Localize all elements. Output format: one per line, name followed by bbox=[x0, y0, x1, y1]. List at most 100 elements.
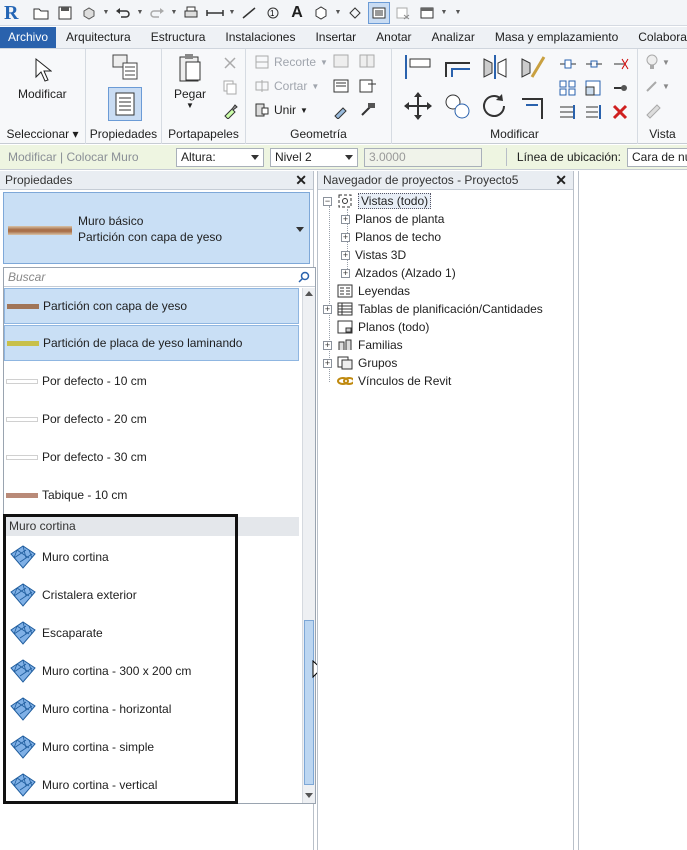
override-graphics-icon[interactable]: ▼ bbox=[644, 77, 674, 98]
trim-single-icon[interactable] bbox=[558, 103, 578, 124]
tab-estructura[interactable]: Estructura bbox=[141, 27, 216, 48]
close-icon[interactable]: ✕ bbox=[295, 171, 307, 189]
linework-icon[interactable] bbox=[644, 101, 664, 122]
modify-button[interactable]: Modificar bbox=[18, 57, 67, 101]
search-input[interactable]: Buscar bbox=[4, 268, 315, 287]
redo-dropdown-icon[interactable]: ▼ bbox=[170, 9, 178, 16]
3d-view-icon[interactable] bbox=[310, 2, 332, 24]
open-icon[interactable] bbox=[30, 2, 52, 24]
split-icon[interactable] bbox=[558, 55, 578, 76]
array-icon[interactable] bbox=[558, 79, 578, 100]
properties-icon[interactable] bbox=[108, 87, 142, 121]
switch-windows-dropdown-icon[interactable]: ▼ bbox=[440, 9, 448, 16]
measure-icon[interactable] bbox=[204, 2, 226, 24]
scroll-up-icon[interactable] bbox=[305, 291, 313, 296]
mirror-draw-icon[interactable] bbox=[518, 53, 548, 84]
tree-node-revit-links[interactable]: Vínculos de Revit bbox=[337, 372, 451, 390]
customize-icon[interactable]: ▼ bbox=[454, 9, 462, 16]
panel-title-select[interactable]: Seleccionar ▾ bbox=[0, 127, 85, 141]
list-item[interactable]: Por defecto - 30 cm bbox=[4, 439, 299, 475]
tab-arquitectura[interactable]: Arquitectura bbox=[56, 27, 141, 48]
close-icon[interactable]: ✕ bbox=[555, 171, 567, 189]
expand-icon[interactable]: + bbox=[323, 340, 332, 350]
expand-icon[interactable]: + bbox=[341, 214, 350, 224]
join-button[interactable]: Unir ▼ bbox=[254, 100, 308, 120]
type-selector[interactable]: Muro básico Partición con capa de yeso bbox=[3, 192, 310, 264]
tree-node-groups[interactable]: + Grupos bbox=[323, 354, 397, 372]
height-value-field[interactable]: 3.0000 bbox=[363, 147, 482, 167]
scroll-down-icon[interactable] bbox=[305, 793, 313, 798]
delete-icon[interactable] bbox=[610, 103, 630, 124]
split-face-icon[interactable] bbox=[358, 53, 378, 74]
list-item[interactable]: Partición con capa de yeso bbox=[4, 288, 299, 324]
tab-colaborar[interactable]: Colaborar bbox=[628, 27, 687, 48]
save-icon[interactable] bbox=[54, 2, 76, 24]
tab-analizar[interactable]: Analizar bbox=[422, 27, 485, 48]
trim-multiple-icon[interactable] bbox=[584, 103, 604, 124]
redo-icon[interactable] bbox=[146, 2, 168, 24]
list-item[interactable]: Por defecto - 20 cm bbox=[4, 401, 299, 437]
cut-geometry-button[interactable]: Recorte ▼ bbox=[254, 52, 328, 72]
align-icon[interactable] bbox=[402, 53, 434, 84]
match-properties-icon[interactable] bbox=[222, 103, 238, 122]
hammer-icon[interactable] bbox=[358, 101, 378, 122]
tree-node-elevations[interactable]: + Alzados (Alzado 1) bbox=[341, 264, 456, 282]
close-views-icon[interactable] bbox=[392, 2, 414, 24]
tree-node-sheets[interactable]: Planos (todo) bbox=[337, 318, 429, 336]
expand-icon[interactable]: + bbox=[341, 268, 350, 278]
rotate-icon[interactable] bbox=[480, 91, 510, 124]
sync-dropdown-icon[interactable]: ▼ bbox=[102, 9, 110, 16]
pin-icon[interactable] bbox=[610, 79, 630, 100]
split-gap-icon[interactable] bbox=[584, 55, 604, 76]
revit-logo[interactable]: R bbox=[4, 2, 22, 24]
copy-element-icon[interactable] bbox=[442, 91, 474, 124]
copy-icon[interactable] bbox=[222, 79, 238, 98]
sync-icon[interactable] bbox=[78, 2, 100, 24]
tab-anotar[interactable]: Anotar bbox=[366, 27, 421, 48]
tag-icon[interactable]: 1 bbox=[262, 2, 284, 24]
tree-node-3d-views[interactable]: + Vistas 3D bbox=[341, 246, 406, 264]
drawing-area[interactable] bbox=[578, 171, 687, 850]
tab-masa-emplazamiento[interactable]: Masa y emplazamiento bbox=[485, 27, 628, 48]
scissors-icon[interactable] bbox=[222, 55, 238, 74]
dimension-icon[interactable] bbox=[238, 2, 260, 24]
expand-icon[interactable]: + bbox=[323, 358, 332, 368]
demolish-icon[interactable] bbox=[332, 77, 352, 98]
cut-button[interactable]: Cortar ▼ bbox=[254, 76, 319, 96]
unpin-icon[interactable] bbox=[610, 55, 630, 76]
text-icon[interactable]: A bbox=[286, 2, 308, 24]
expand-icon[interactable]: + bbox=[341, 232, 350, 242]
scale-icon[interactable] bbox=[584, 79, 604, 100]
paint-icon[interactable] bbox=[358, 77, 382, 98]
collapse-icon[interactable]: − bbox=[323, 196, 332, 206]
tree-node-views[interactable]: − Vistas (todo) bbox=[323, 192, 432, 210]
undo-dropdown-icon[interactable]: ▼ bbox=[136, 9, 144, 16]
switch-windows-icon[interactable] bbox=[416, 2, 438, 24]
tab-insertar[interactable]: Insertar bbox=[305, 27, 366, 48]
location-line-dropdown[interactable]: Cara de nu bbox=[627, 147, 687, 167]
tree-node-legends[interactable]: Leyendas bbox=[337, 282, 410, 300]
tab-instalaciones[interactable]: Instalaciones bbox=[215, 27, 305, 48]
wall-joins-icon[interactable] bbox=[332, 53, 352, 74]
tab-archivo[interactable]: Archivo bbox=[0, 27, 57, 48]
3d-dropdown-icon[interactable]: ▼ bbox=[334, 9, 342, 16]
list-item[interactable]: Tabique - 10 cm bbox=[4, 477, 299, 513]
scrollbar-thumb[interactable] bbox=[304, 620, 314, 785]
tree-node-floor-plans[interactable]: + Planos de planta bbox=[341, 210, 444, 228]
paste-button[interactable]: Pegar ▼ bbox=[174, 53, 206, 110]
paste-dropdown-icon[interactable]: ▼ bbox=[186, 101, 194, 110]
tree-node-families[interactable]: + Familias bbox=[323, 336, 403, 354]
list-item[interactable]: Partición de placa de yeso laminando bbox=[4, 325, 299, 361]
mirror-axis-icon[interactable] bbox=[480, 53, 510, 84]
trim-extend-icon[interactable] bbox=[518, 91, 548, 124]
move-icon[interactable] bbox=[402, 91, 434, 124]
print-icon[interactable] bbox=[180, 2, 202, 24]
height-dropdown[interactable]: Altura: bbox=[175, 147, 264, 167]
expand-icon[interactable]: + bbox=[323, 304, 332, 314]
lightbulb-icon[interactable]: ▼ bbox=[644, 53, 674, 74]
list-scrollbar[interactable] bbox=[302, 288, 315, 803]
type-properties-icon[interactable] bbox=[110, 53, 140, 86]
tree-node-schedules[interactable]: + Tablas de planificación/Cantidades bbox=[323, 300, 543, 318]
thin-lines-icon[interactable] bbox=[368, 1, 390, 24]
list-item[interactable]: Por defecto - 10 cm bbox=[4, 363, 299, 399]
